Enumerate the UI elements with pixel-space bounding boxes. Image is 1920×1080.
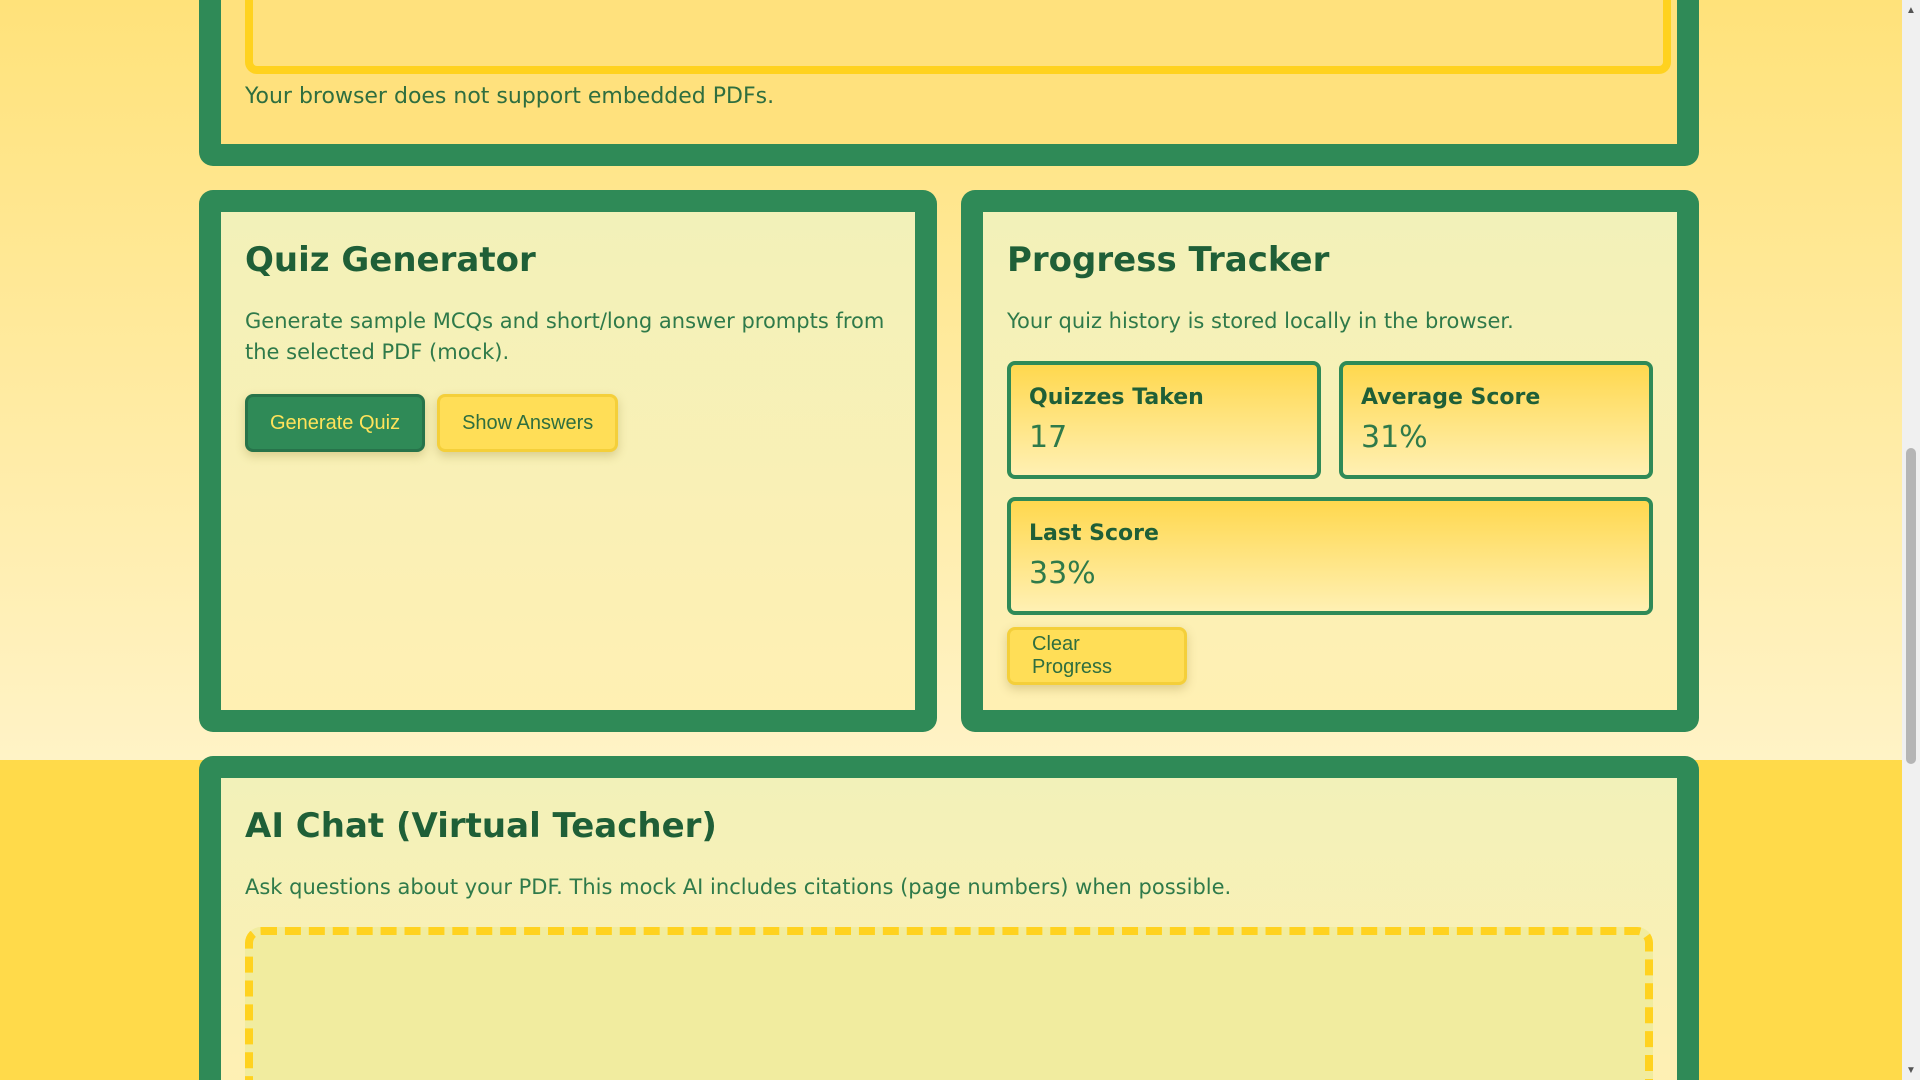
stat-card-last-score: Last Score 33% bbox=[1007, 497, 1653, 615]
page-scrollbar[interactable]: ▲ ▼ bbox=[1902, 0, 1920, 1080]
stat-label: Quizzes Taken bbox=[1029, 385, 1204, 410]
stat-label: Average Score bbox=[1361, 385, 1541, 410]
stat-card-average-score: Average Score 31% bbox=[1339, 361, 1653, 479]
progress-tracker-title: Progress Tracker bbox=[1007, 240, 1330, 280]
quiz-generator-panel: Quiz Generator Generate sample MCQs and … bbox=[199, 190, 937, 732]
stat-card-quizzes-taken: Quizzes Taken 17 bbox=[1007, 361, 1321, 479]
generate-quiz-button[interactable]: Generate Quiz bbox=[245, 394, 426, 452]
quiz-button-row: Generate Quiz Show Answers bbox=[245, 394, 891, 452]
stat-value: 31% bbox=[1361, 420, 1428, 455]
ai-chat-description: Ask questions about your PDF. This mock … bbox=[245, 875, 1232, 899]
pdf-embed-frame[interactable] bbox=[245, 0, 1671, 74]
quiz-generator-description: Generate sample MCQs and short/long answ… bbox=[245, 309, 885, 364]
scrollbar-thumb[interactable] bbox=[1906, 448, 1916, 764]
quiz-generator-title: Quiz Generator bbox=[245, 240, 536, 280]
scroll-down-arrow-icon[interactable]: ▼ bbox=[1905, 1064, 1917, 1076]
pdf-fallback-text: Your browser does not support embedded P… bbox=[245, 84, 775, 109]
ai-chat-panel: AI Chat (Virtual Teacher) Ask questions … bbox=[199, 756, 1699, 1080]
pdf-viewer-panel: Your browser does not support embedded P… bbox=[199, 0, 1699, 166]
progress-tracker-description: Your quiz history is stored locally in t… bbox=[1007, 309, 1514, 333]
stat-value: 33% bbox=[1029, 556, 1096, 591]
ai-chat-title: AI Chat (Virtual Teacher) bbox=[245, 806, 717, 846]
ai-chat-inner: AI Chat (Virtual Teacher) Ask questions … bbox=[221, 778, 1677, 1080]
quiz-generator-inner: Quiz Generator Generate sample MCQs and … bbox=[221, 212, 915, 710]
stats-grid: Quizzes Taken 17 Average Score 31% Last … bbox=[1007, 361, 1653, 615]
chat-messages-area[interactable] bbox=[245, 927, 1653, 1080]
progress-tracker-inner: Progress Tracker Your quiz history is st… bbox=[983, 212, 1677, 710]
show-answers-button[interactable]: Show Answers bbox=[437, 394, 619, 452]
scroll-up-arrow-icon[interactable]: ▲ bbox=[1905, 4, 1917, 16]
clear-progress-button[interactable]: Clear Progress bbox=[1007, 627, 1187, 685]
progress-tracker-panel: Progress Tracker Your quiz history is st… bbox=[961, 190, 1699, 732]
pdf-viewer-inner: Your browser does not support embedded P… bbox=[221, 0, 1677, 144]
stat-value: 17 bbox=[1029, 420, 1068, 455]
stat-label: Last Score bbox=[1029, 521, 1159, 546]
